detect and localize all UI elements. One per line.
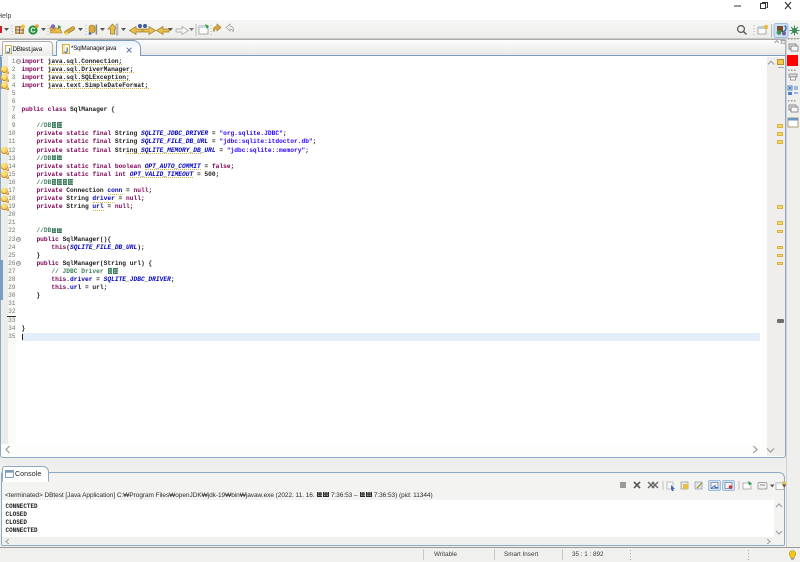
svg-text:C: C xyxy=(30,28,35,35)
